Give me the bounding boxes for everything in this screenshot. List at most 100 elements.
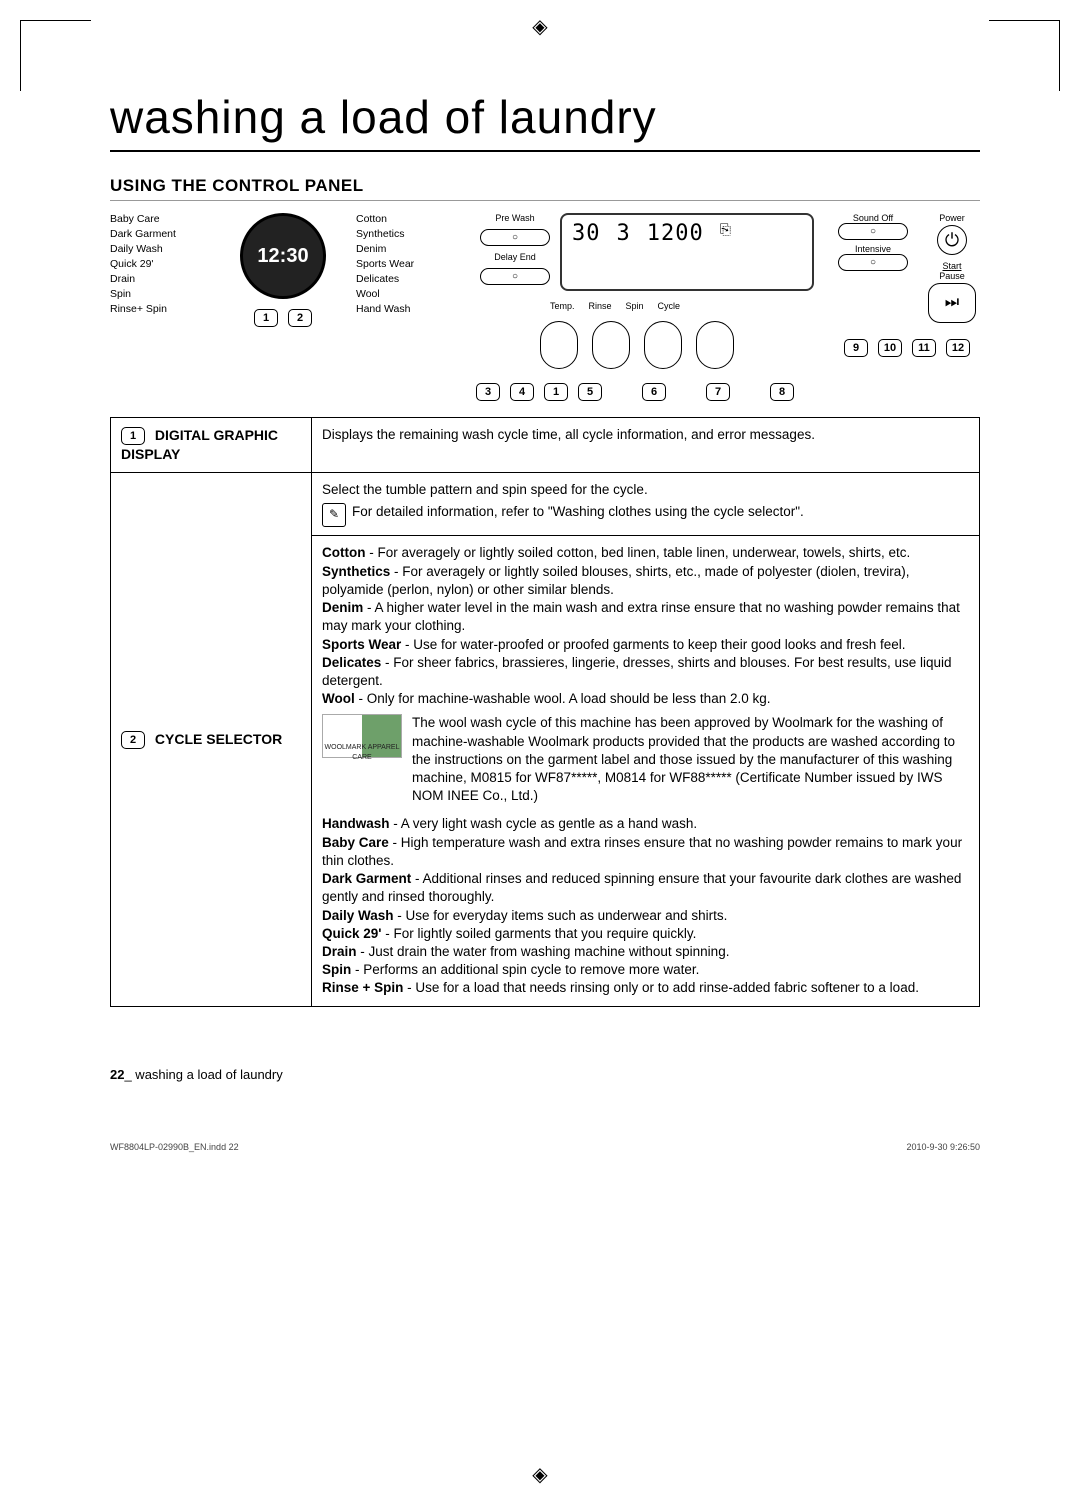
callout-number: 2: [288, 309, 312, 327]
row-label: CYCLE SELECTOR: [155, 731, 282, 747]
callout-number: 3: [476, 383, 500, 401]
cycle-label: Hand Wash: [356, 303, 456, 315]
control-panel-diagram: Baby Care Dark Garment Daily Wash Quick …: [110, 213, 980, 401]
cycle-label: Rinse+ Spin: [110, 303, 210, 315]
woolmark-icon: WOOLMARK APPAREL CARE: [322, 714, 402, 758]
woolmark-text: The wool wash cycle of this machine has …: [412, 714, 969, 805]
quick29-text: - For lightly soiled garments that you r…: [382, 926, 697, 941]
drain-label: Drain: [322, 944, 357, 959]
cycle-label: Cotton: [356, 213, 456, 225]
description-table: 1 DIGITAL GRAPHIC DISPLAY Displays the r…: [110, 417, 980, 1007]
cotton-label: Cotton: [322, 545, 365, 560]
delayend-label: Delay End: [494, 252, 536, 262]
crop-mark: [989, 20, 1060, 91]
spin-value: 1200: [647, 221, 704, 246]
registration-mark-icon: ◈: [532, 1462, 547, 1487]
denim-label: Denim: [322, 600, 363, 615]
section-heading: USING THE CONTROL PANEL: [110, 176, 980, 201]
cycle-label-btn: Cycle: [658, 301, 681, 311]
cycle-button-icon: [696, 321, 734, 369]
spin-label: Spin: [322, 962, 351, 977]
spin-label: Spin: [626, 301, 644, 311]
manual-icon: ✎: [322, 503, 346, 527]
cycle-label: Synthetics: [356, 228, 456, 240]
power-icon: ⏻: [937, 225, 967, 255]
babycare-label: Baby Care: [322, 835, 389, 850]
page-footer: 22_ washing a load of laundry: [110, 1067, 283, 1082]
callout-number: 12: [946, 339, 970, 357]
callout-number: 8: [770, 383, 794, 401]
dailywash-label: Daily Wash: [322, 908, 394, 923]
temp-label: Temp.: [550, 301, 575, 311]
page-number: 22: [110, 1067, 124, 1082]
rinse-label: Rinse: [589, 301, 612, 311]
registration-mark-icon: ◈: [532, 14, 547, 39]
cycle-label: Spin: [110, 288, 210, 300]
temp-button-icon: [540, 321, 578, 369]
sportswear-label: Sports Wear: [322, 637, 401, 652]
spin-text: - Performs an additional spin cycle to r…: [351, 962, 699, 977]
cotton-text: - For averagely or lightly soiled cotton…: [365, 545, 910, 560]
start-label: Start: [928, 261, 976, 271]
cycle-label: Baby Care: [110, 213, 210, 225]
callout-number: 5: [578, 383, 602, 401]
cycle-label: Wool: [356, 288, 456, 300]
intensive-label: Intensive: [838, 244, 908, 254]
right-cycle-labels: Cotton Synthetics Denim Sports Wear Deli…: [356, 213, 456, 401]
drain-text: - Just drain the water from washing mach…: [357, 944, 730, 959]
darkgarment-text: - Additional rinses and reduced spinning…: [322, 871, 961, 904]
cycle-label: Daily Wash: [110, 243, 210, 255]
delayend-button-icon: ○: [480, 268, 550, 285]
row-number: 2: [121, 731, 145, 749]
prewash-label: Pre Wash: [495, 213, 534, 223]
spin-button-icon: [644, 321, 682, 369]
synthetics-label: Synthetics: [322, 564, 390, 579]
cycle-label: Denim: [356, 243, 456, 255]
divider: [312, 535, 979, 536]
page-footer-label: _ washing a load of laundry: [124, 1067, 282, 1082]
cycle-label: Sports Wear: [356, 258, 456, 270]
darkgarment-label: Dark Garment: [322, 871, 411, 886]
handwash-label: Handwash: [322, 816, 390, 831]
callout-number: 11: [912, 339, 936, 357]
row-text: Displays the remaining wash cycle time, …: [312, 418, 980, 473]
row-refer: For detailed information, refer to "Wash…: [352, 503, 804, 521]
rinsespin-text: - Use for a load that needs rinsing only…: [403, 980, 919, 995]
crop-mark: [20, 20, 91, 91]
row-number: 1: [121, 427, 145, 445]
digital-display-icon: 30 3 1200 ⎘: [560, 213, 814, 291]
cycle-label: Delicates: [356, 273, 456, 285]
power-label: Power: [928, 213, 976, 223]
cycle-dial-icon: 12:30: [240, 213, 326, 299]
denim-text: - A higher water level in the main wash …: [322, 600, 960, 633]
cycle-label: Drain: [110, 273, 210, 285]
callout-number: 7: [706, 383, 730, 401]
handwash-text: - A very light wash cycle as gentle as a…: [390, 816, 698, 831]
cycle-label: Dark Garment: [110, 228, 210, 240]
babycare-text: - High temperature wash and extra rinses…: [322, 835, 962, 868]
dailywash-text: - Use for everyday items such as underwe…: [394, 908, 728, 923]
soundoff-label: Sound Off: [838, 213, 908, 223]
rinse-button-icon: [592, 321, 630, 369]
dial-display: 12:30: [257, 245, 308, 268]
intensive-button-icon: ○: [838, 254, 908, 271]
pause-label: Pause: [928, 271, 976, 281]
callout-number: 10: [878, 339, 902, 357]
callout-number: 1: [544, 383, 568, 401]
row-intro: Select the tumble pattern and spin speed…: [322, 481, 969, 499]
sportswear-text: - Use for water-proofed or proofed garme…: [401, 637, 905, 652]
source-file: WF8804LP-02990B_EN.indd 22: [110, 1142, 239, 1152]
synthetics-text: - For averagely or lightly soiled blouse…: [322, 564, 910, 597]
callout-number: 4: [510, 383, 534, 401]
wool-text: - Only for machine-washable wool. A load…: [355, 691, 771, 706]
callout-number: 6: [642, 383, 666, 401]
delicates-text: - For sheer fabrics, brassieres, lingeri…: [322, 655, 952, 688]
rinse-value: 3: [617, 221, 631, 246]
print-timestamp: 2010-9-30 9:26:50: [906, 1142, 980, 1152]
callout-number: 9: [844, 339, 868, 357]
table-row: 1 DIGITAL GRAPHIC DISPLAY Displays the r…: [111, 418, 980, 473]
quick29-label: Quick 29': [322, 926, 382, 941]
soundoff-button-icon: ○: [838, 223, 908, 240]
page-title: washing a load of laundry: [110, 90, 980, 152]
delicates-label: Delicates: [322, 655, 381, 670]
